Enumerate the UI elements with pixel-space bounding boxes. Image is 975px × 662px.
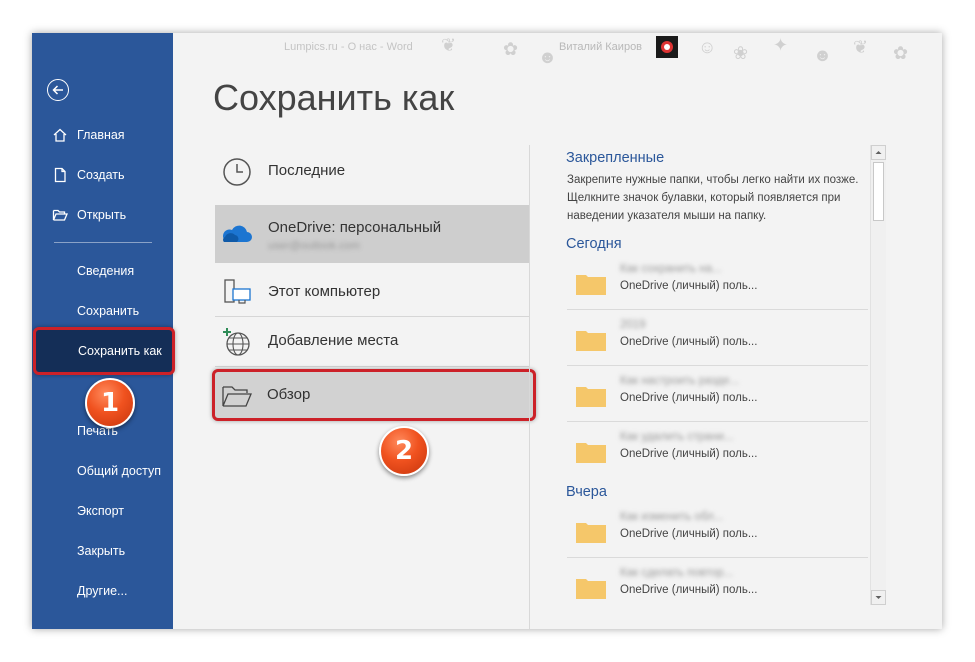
divider [567,365,868,366]
location-label: OneDrive: персональный [268,219,442,236]
window-title: Lumpics.ru - О нас - Word [284,41,413,53]
file-location: OneDrive (личный) поль... [620,528,758,540]
divider [567,557,868,558]
word-backstage-window: Главная Создать Открыть Сведения Сохрани… [32,33,942,629]
sidebar-item-close[interactable]: Закрыть [32,533,173,569]
folder-open-icon [222,386,252,407]
file-location: OneDrive (личный) поль... [620,584,758,596]
folder-icon [576,275,606,295]
sidebar-item-label: Другие... [77,584,128,598]
sidebar-item-open[interactable]: Открыть [32,197,173,233]
column-divider [529,145,530,629]
yesterday-heading: Вчера [566,484,607,500]
file-name: Как сохранить на... [620,263,722,275]
folder-icon [576,331,606,351]
location-sublabel: user@outlook.com [268,240,360,252]
location-add-place[interactable]: Добавление места [215,313,530,371]
sidebar-item-save[interactable]: Сохранить [32,293,173,329]
file-location: OneDrive (личный) поль... [620,336,758,348]
file-name: Как сделать повтор... [620,567,734,579]
divider [567,421,868,422]
location-label: Последние [268,162,346,179]
clock-icon [223,158,251,186]
pattern-icon: ✿ [503,39,519,59]
scroll-up-button[interactable] [871,145,886,160]
folder-icon [576,523,606,543]
divider [567,309,868,310]
new-document-icon [54,167,66,183]
pattern-icon: ✦ [773,35,789,55]
step-badge-1: 1 [85,378,135,428]
page-title: Сохранить как [213,77,455,118]
pattern-icon: ☺ [698,37,717,57]
file-location: OneDrive (личный) поль... [620,280,758,292]
folder-icon [576,443,606,463]
sidebar-item-label: Общий доступ [77,464,161,478]
sidebar-item-label: Экспорт [77,504,124,518]
sidebar-item-label: Главная [77,128,125,142]
sidebar-item-label: Открыть [77,208,127,222]
user-name[interactable]: Виталий Каиров [559,41,642,53]
sidebar-item-label: Сохранить как [78,344,162,358]
pattern-icon: ✿ [893,43,909,63]
sidebar-item-label: Сведения [77,264,135,278]
file-name: Как настроить разде... [620,375,740,387]
today-heading: Сегодня [566,236,622,252]
pattern-icon: ❦ [853,37,869,57]
sidebar-item-label: Закрыть [77,544,126,558]
step-badge-2: 2 [379,426,429,476]
folder-icon [576,387,606,407]
onedrive-cloud-icon [223,225,252,242]
list-item[interactable]: Как сделать повтор... OneDrive (личный) … [567,559,868,613]
location-label: Добавление места [268,332,399,349]
pattern-icon: ❦ [441,35,457,55]
sidebar-item-info[interactable]: Сведения [32,253,173,289]
sidebar-item-home[interactable]: Главная [32,117,173,153]
back-arrow-icon[interactable] [47,79,69,101]
sidebar-item-export[interactable]: Экспорт [32,493,173,529]
folder-icon [576,579,606,599]
location-label: Обзор [267,386,311,403]
list-item[interactable]: Как изменить обл... OneDrive (личный) по… [567,503,868,557]
sidebar-item-share[interactable]: Общий доступ [32,453,173,489]
file-name: Как удалить страни... [620,431,734,443]
scrollbar[interactable] [870,145,886,605]
globe-add-icon [223,328,250,356]
sidebar-item-more[interactable]: Другие... [32,573,173,609]
list-item[interactable]: Как сохранить на... OneDrive (личный) по… [567,255,868,309]
open-folder-icon [52,209,68,221]
file-location: OneDrive (личный) поль... [620,448,758,460]
pattern-icon: ☻ [538,47,557,67]
file-name: Как изменить обл... [620,511,724,523]
location-onedrive[interactable]: OneDrive: персональный user@outlook.com [215,205,530,263]
sidebar-divider [54,242,152,243]
sidebar-item-label: Создать [77,168,125,182]
sidebar-item-new[interactable]: Создать [32,157,173,193]
home-icon [53,128,67,142]
list-item[interactable]: Как удалить страни... OneDrive (личный) … [567,423,868,477]
pinned-description: Закрепите нужные папки, чтобы легко найт… [567,174,859,222]
scrollbar-thumb[interactable] [873,162,884,221]
pattern-icon: ❀ [733,43,749,63]
title-bar: Lumpics.ru - О нас - Word ❦ ✿ ☻ Виталий … [173,33,942,67]
sidebar-item-label: Сохранить [77,304,140,318]
location-label: Этот компьютер [268,283,381,300]
pinned-heading: Закрепленные [566,150,665,166]
pattern-icon: ☻ [813,45,832,65]
file-location: OneDrive (личный) поль... [620,392,758,404]
avatar[interactable] [656,36,678,58]
file-name: 2019 [620,319,646,331]
location-recent[interactable]: Последние [215,143,530,201]
location-browse[interactable]: Обзор [212,369,536,421]
list-item[interactable]: 2019 OneDrive (личный) поль... [567,311,868,365]
sidebar-item-save-as[interactable]: Сохранить как [33,327,175,375]
divider [215,366,530,367]
scroll-down-button[interactable] [871,590,886,605]
list-item[interactable]: Как настроить разде... OneDrive (личный)… [567,367,868,421]
computer-icon [224,279,251,304]
